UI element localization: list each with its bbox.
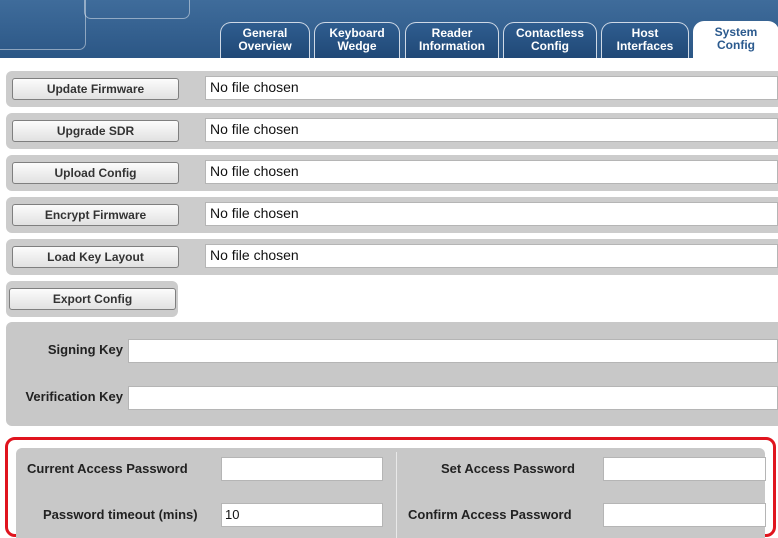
tab-contactless-config[interactable]: Contactless Config: [503, 22, 597, 60]
tab-bar: General Overview Keyboard Wedge Reader I…: [0, 0, 778, 62]
confirm-access-password-label: Confirm Access Password: [408, 507, 572, 522]
password-timeout-input[interactable]: 10: [221, 503, 383, 527]
current-access-password-input[interactable]: [221, 457, 383, 481]
verification-key-label: Verification Key: [25, 389, 123, 404]
load-key-layout-file-status[interactable]: No file chosen: [205, 244, 778, 268]
confirm-access-password-input[interactable]: [603, 503, 766, 527]
tab-label: Overview: [238, 39, 292, 53]
update-firmware-file-status[interactable]: No file chosen: [205, 76, 778, 100]
upload-config-file-status[interactable]: No file chosen: [205, 160, 778, 184]
header-underline: [0, 58, 778, 62]
upload-config-button[interactable]: Upload Config: [12, 162, 179, 184]
upgrade-sdr-file-status[interactable]: No file chosen: [205, 118, 778, 142]
tab-label: Information: [419, 39, 485, 53]
tab-general-overview[interactable]: General Overview: [220, 22, 310, 60]
app-header: General Overview Keyboard Wedge Reader I…: [0, 0, 778, 62]
export-config-button[interactable]: Export Config: [9, 288, 176, 310]
load-key-layout-row: Load Key Layout No file chosen: [6, 239, 778, 275]
tab-label: Config: [531, 39, 569, 53]
signing-key-label: Signing Key: [47, 342, 123, 357]
signing-key-input[interactable]: [128, 339, 778, 363]
update-firmware-row: Update Firmware No file chosen: [6, 71, 778, 107]
keys-panel: Signing Key Verification Key: [6, 322, 778, 426]
password-settings-panel: Current Access Password Set Access Passw…: [5, 437, 776, 538]
tab-system-config[interactable]: System Config: [693, 21, 778, 62]
password-timeout-label: Password timeout (mins): [43, 507, 198, 522]
upgrade-sdr-row: Upgrade SDR No file chosen: [6, 113, 778, 149]
update-firmware-button[interactable]: Update Firmware: [12, 78, 179, 100]
load-key-layout-button[interactable]: Load Key Layout: [12, 246, 179, 268]
set-access-password-input[interactable]: [603, 457, 766, 481]
tab-label: Wedge: [337, 39, 377, 53]
encrypt-firmware-row: Encrypt Firmware No file chosen: [6, 197, 778, 233]
tab-label: Config: [717, 38, 755, 52]
tab-label: Interfaces: [616, 39, 674, 53]
upload-config-row: Upload Config No file chosen: [6, 155, 778, 191]
upgrade-sdr-button[interactable]: Upgrade SDR: [12, 120, 179, 142]
password-settings-area: Current Access Password Set Access Passw…: [16, 448, 766, 538]
tab-reader-information[interactable]: Reader Information: [405, 22, 499, 60]
encrypt-firmware-button[interactable]: Encrypt Firmware: [12, 204, 179, 226]
encrypt-firmware-file-status[interactable]: No file chosen: [205, 202, 778, 226]
tab-host-interfaces[interactable]: Host Interfaces: [601, 22, 689, 60]
current-access-password-label: Current Access Password: [27, 461, 188, 476]
set-access-password-label: Set Access Password: [441, 461, 575, 476]
tab-keyboard-wedge[interactable]: Keyboard Wedge: [314, 22, 400, 60]
verification-key-input[interactable]: [128, 386, 778, 410]
export-config-row: Export Config: [6, 281, 178, 317]
column-divider: [396, 452, 397, 538]
